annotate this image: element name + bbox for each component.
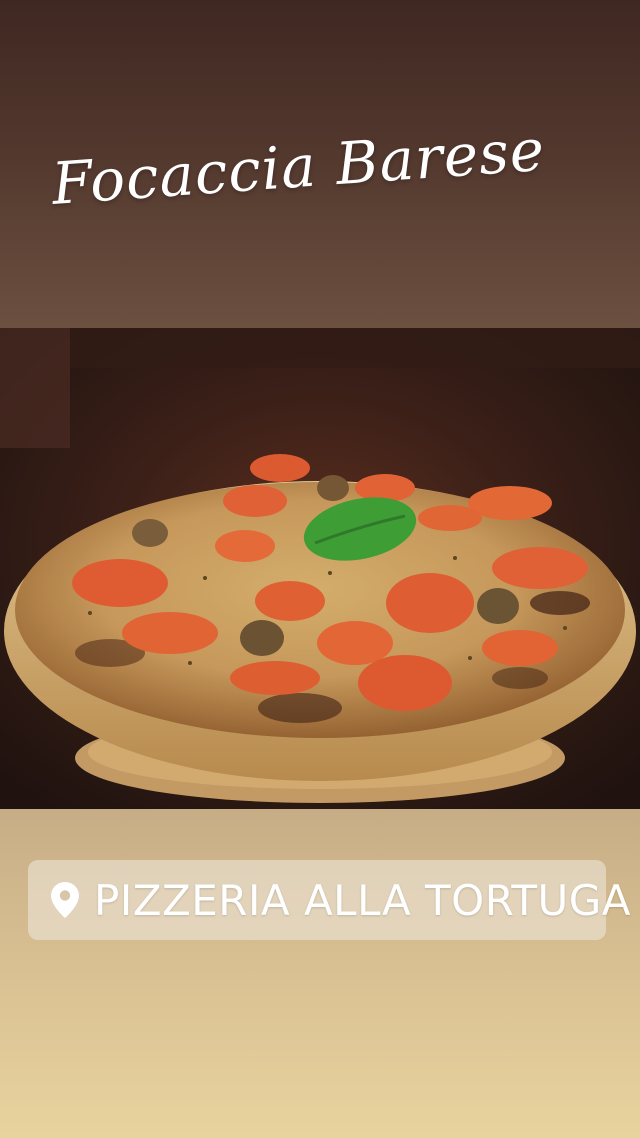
tomato-slice bbox=[72, 559, 168, 607]
olive bbox=[477, 588, 519, 624]
focaccia-photo-image bbox=[0, 328, 640, 809]
char-mark bbox=[258, 693, 342, 723]
location-sticker[interactable]: PIZZERIA ALLA TORTUGA bbox=[28, 860, 631, 940]
oregano-flecks bbox=[328, 571, 332, 575]
tomato-slice bbox=[255, 581, 325, 621]
tomato-slice bbox=[386, 573, 474, 633]
oregano-flecks bbox=[88, 611, 92, 615]
location-band bbox=[0, 809, 640, 1138]
tomato-slice bbox=[230, 661, 320, 695]
char-mark bbox=[492, 667, 548, 689]
tomato-slice bbox=[492, 547, 588, 589]
tomato-slice bbox=[122, 612, 218, 654]
oregano-flecks bbox=[453, 556, 457, 560]
oregano-flecks bbox=[203, 576, 207, 580]
oven-brick-top bbox=[70, 328, 640, 368]
oregano-flecks bbox=[188, 661, 192, 665]
oven-brick-left bbox=[0, 328, 70, 448]
olive bbox=[317, 475, 349, 501]
location-pin-icon bbox=[50, 880, 80, 920]
tomato-slice bbox=[223, 485, 287, 517]
tomato-slice bbox=[250, 454, 310, 482]
olive bbox=[240, 620, 284, 656]
tomato-slice bbox=[215, 530, 275, 562]
oregano-flecks bbox=[468, 656, 472, 660]
story-canvas: Focaccia Barese PIZZERIA ALLA TORTUGA bbox=[0, 0, 640, 1138]
char-mark bbox=[530, 591, 590, 615]
oregano-flecks bbox=[563, 626, 567, 630]
tomato-slice bbox=[418, 505, 482, 531]
tomato-slice bbox=[317, 621, 393, 665]
focaccia-photo bbox=[0, 328, 640, 809]
tomato-slice bbox=[482, 630, 558, 666]
olive bbox=[132, 519, 168, 547]
tomato-slice bbox=[355, 474, 415, 502]
tomato-slice bbox=[358, 655, 452, 711]
location-label: PIZZERIA ALLA TORTUGA bbox=[94, 875, 632, 925]
